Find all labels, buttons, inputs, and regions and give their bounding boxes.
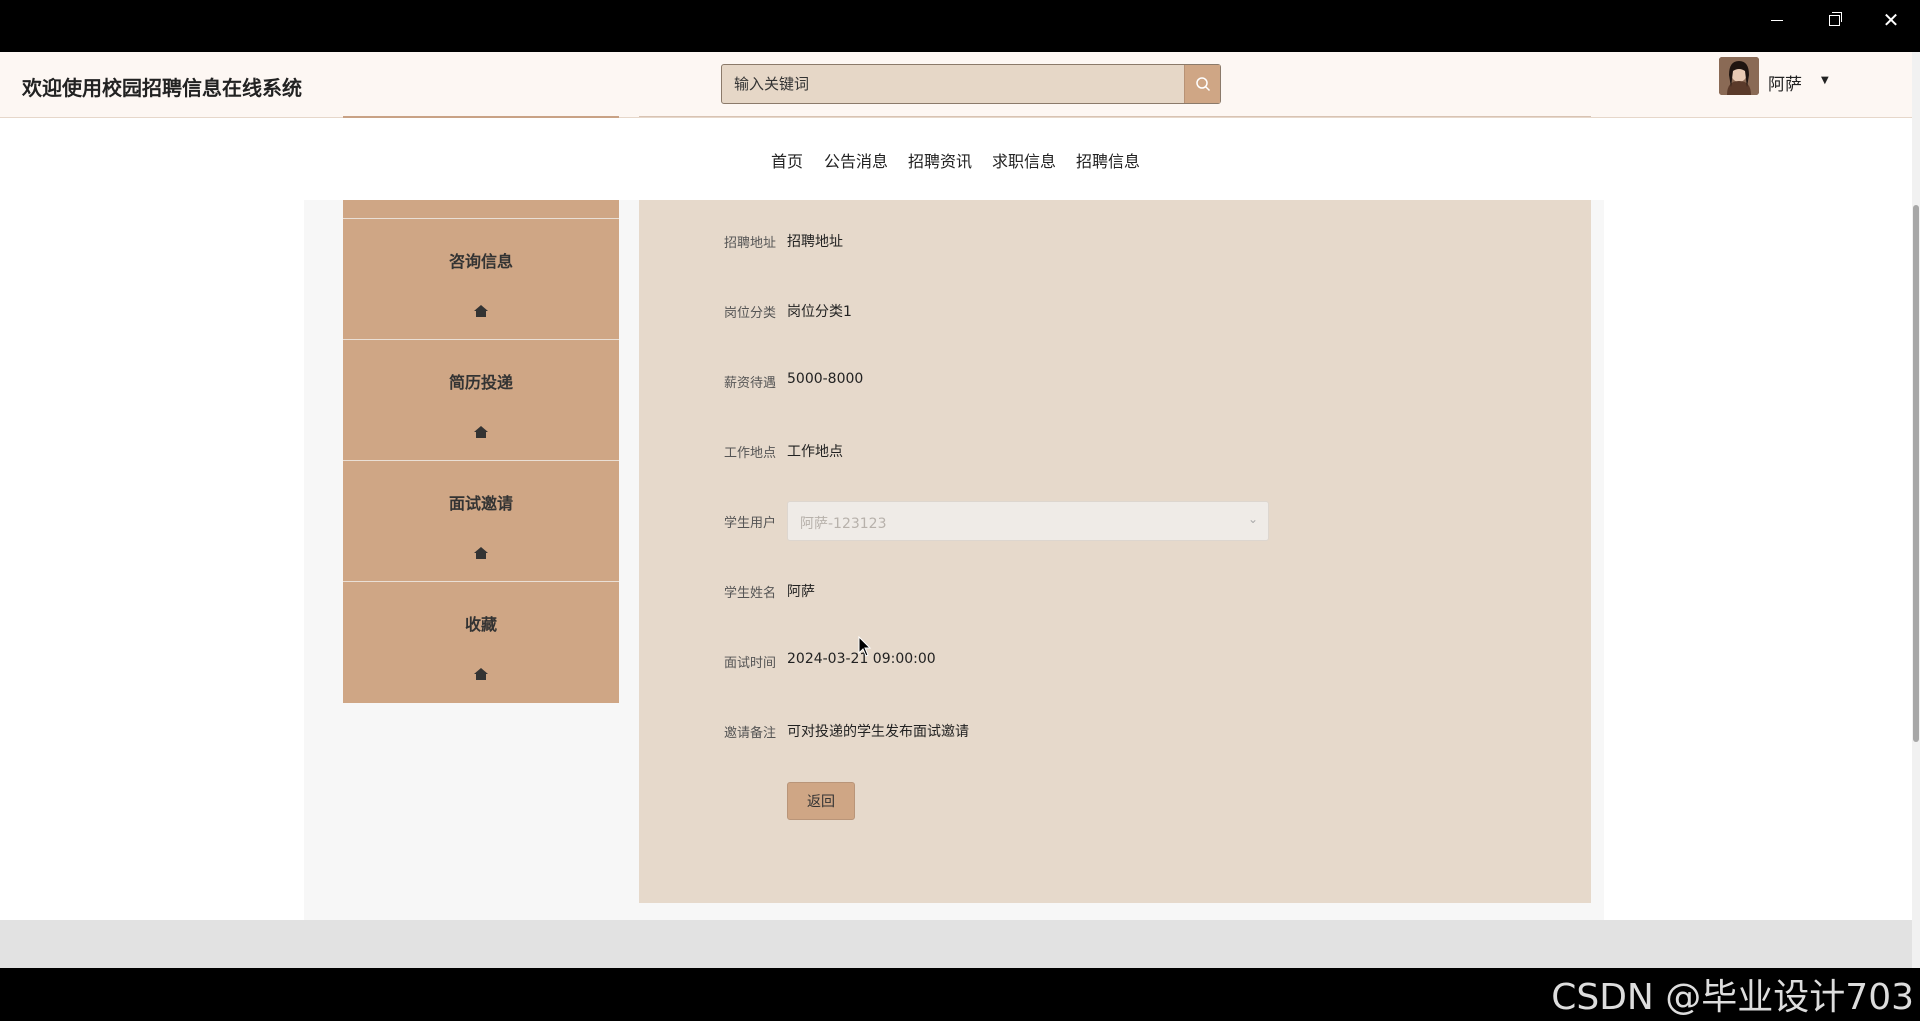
- sidebar-item-interview[interactable]: 面试邀请: [343, 462, 619, 582]
- chevron-down-icon[interactable]: ▼: [1821, 75, 1829, 86]
- field-value: 5000-8000: [787, 371, 864, 387]
- header-divider-right: [639, 116, 1591, 117]
- field-label: 面试时间: [723, 656, 776, 671]
- sidebar-item-resume[interactable]: 简历投递: [343, 341, 619, 461]
- sidebar-item-label: 面试邀请: [448, 494, 513, 513]
- search-button[interactable]: [1184, 65, 1220, 103]
- field-label: 岗位分类: [723, 306, 776, 321]
- avatar[interactable]: [1719, 57, 1759, 95]
- field-value: 招聘地址: [787, 234, 843, 250]
- field-label: 工作地点: [723, 446, 776, 461]
- mouse-cursor-icon: [858, 636, 872, 657]
- close-icon: ✕: [1882, 8, 1900, 32]
- home-icon: [474, 668, 488, 680]
- avatar-image: [1719, 57, 1759, 95]
- search-icon: [1195, 77, 1210, 92]
- field-label: 招聘地址: [723, 236, 776, 251]
- page-footer: [0, 920, 1912, 968]
- sidebar-top-item: [343, 200, 619, 219]
- scrollbar-thumb[interactable]: [1913, 205, 1919, 742]
- field-label: 学生用户: [723, 516, 776, 531]
- user-name[interactable]: 阿萨: [1768, 70, 1802, 95]
- field-label: 邀请备注: [723, 726, 776, 741]
- close-button[interactable]: ✕: [1863, 0, 1919, 40]
- search-box: [721, 64, 1221, 104]
- student-user-select[interactable]: 阿萨-123123 ⌄: [787, 501, 1269, 541]
- nav-item-announcements[interactable]: 公告消息: [824, 148, 888, 172]
- search-input[interactable]: [722, 65, 1184, 103]
- field-value: 工作地点: [787, 444, 843, 460]
- nav-item-recruit-news[interactable]: 招聘资讯: [908, 148, 972, 172]
- window-titlebar: [0, 0, 1920, 52]
- field-value: 阿萨: [787, 584, 815, 600]
- sidebar-item-consult[interactable]: 咨询信息: [343, 220, 619, 340]
- field-label: 薪资待遇: [723, 376, 776, 391]
- chevron-down-icon: ⌄: [1247, 512, 1258, 526]
- watermark: CSDN @毕业设计703: [1551, 977, 1914, 1018]
- nav-item-recruitment[interactable]: 招聘信息: [1076, 148, 1140, 172]
- restore-icon: [1828, 11, 1842, 26]
- field-value: 岗位分类1: [787, 304, 852, 320]
- field-label: 学生姓名: [723, 586, 776, 601]
- home-icon: [474, 305, 488, 317]
- nav-item-home[interactable]: 首页: [771, 148, 803, 172]
- home-icon: [474, 426, 488, 438]
- field-value: 可对投递的学生发布面试邀请: [787, 724, 969, 740]
- sidebar-item-label: 简历投递: [448, 373, 513, 392]
- sidebar-item-label: 咨询信息: [448, 252, 513, 271]
- minimize-icon: [1771, 19, 1783, 21]
- sidebar-item-favorites[interactable]: 收藏: [343, 583, 619, 703]
- restore-button[interactable]: [1806, 0, 1862, 40]
- select-value: 阿萨-123123: [800, 516, 887, 532]
- sidebar-item-label: 收藏: [464, 615, 497, 634]
- nav-item-job-seeking[interactable]: 求职信息: [992, 148, 1056, 172]
- detail-panel: [639, 200, 1591, 903]
- home-icon: [474, 547, 488, 559]
- back-button[interactable]: 返回: [787, 782, 855, 820]
- site-title: 欢迎使用校园招聘信息在线系统: [22, 76, 302, 100]
- minimize-button[interactable]: [1749, 0, 1805, 40]
